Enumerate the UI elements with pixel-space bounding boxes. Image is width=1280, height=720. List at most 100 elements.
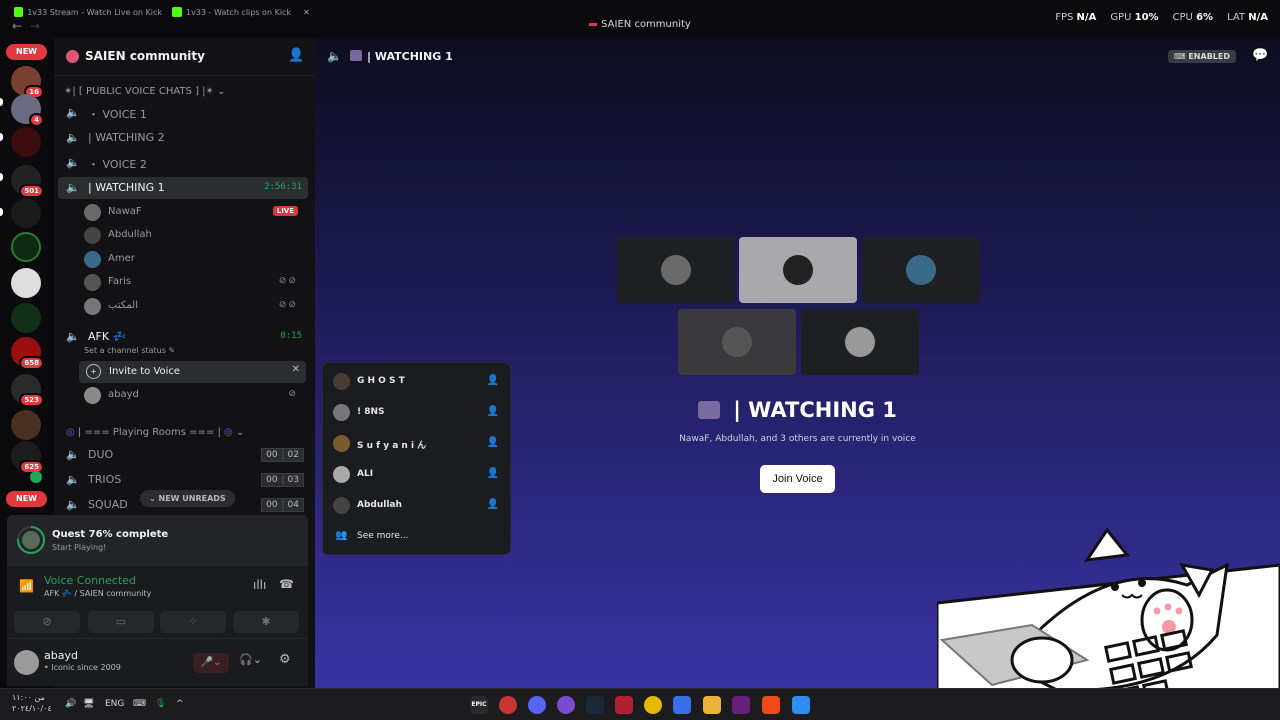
invite-item[interactable]: ! 8NS 👤: [331, 401, 503, 425]
participant-tile[interactable]: [862, 237, 980, 303]
visual-studio-icon[interactable]: [732, 696, 750, 714]
category-playing-rooms[interactable]: ◎ | === Playing Rooms === | ◎ ⌄: [66, 427, 244, 438]
voice-user[interactable]: Faris ⊘⊘: [84, 272, 304, 292]
activities-button[interactable]: ⁘: [160, 611, 226, 633]
file-explorer-icon[interactable]: [703, 696, 721, 714]
new-pill[interactable]: NEW: [6, 491, 47, 507]
clock[interactable]: من ١١:٠٠ ٢٠٢٤/١٠/٠٤: [12, 692, 52, 714]
close-icon[interactable]: ✕: [292, 364, 300, 375]
volume-icon[interactable]: 🔊: [65, 699, 76, 709]
server-icon[interactable]: [11, 303, 41, 333]
channel-afk[interactable]: 🔈 AFK 💤 0:15: [58, 326, 308, 348]
speaker-icon: 🔈: [66, 181, 80, 194]
close-tab-icon[interactable]: ✕: [303, 8, 310, 17]
server-icon[interactable]: [11, 127, 41, 157]
disconnect-icon[interactable]: ☎: [279, 577, 294, 591]
voice-status[interactable]: Voice Connected: [44, 574, 136, 587]
app-icon[interactable]: [499, 696, 517, 714]
chevron-down-icon: ⌄: [182, 50, 190, 60]
voice-user[interactable]: المكتب ⊘⊘: [84, 296, 304, 316]
mic-muted-button[interactable]: 🎤⌄: [193, 653, 229, 673]
voice-status-icon: [30, 471, 42, 483]
invite-to-voice-row[interactable]: + Invite to Voice ✕: [79, 361, 306, 383]
channel-watching-2[interactable]: 🔈 | WATCHING 2: [58, 127, 308, 149]
channel-status-prompt[interactable]: Set a channel status ✎: [84, 346, 175, 355]
participant-tile-speaking[interactable]: [739, 237, 857, 303]
category-voice-chats[interactable]: ✴| [ PUBLIC VOICE CHATS ] |✴ ⌄: [64, 86, 225, 97]
network-icon[interactable]: 🖥: [83, 699, 94, 709]
add-user-icon: +: [86, 364, 101, 379]
settings-gear-icon[interactable]: ⚙: [279, 652, 291, 667]
see-more-link[interactable]: 👥 See more...: [331, 525, 503, 549]
camera-off-button[interactable]: ⊘: [14, 611, 80, 633]
server-icon[interactable]: 16: [11, 66, 44, 99]
channel-trios[interactable]: 🔈 TRIOS 00 03: [58, 469, 308, 491]
browser-tab-stream[interactable]: 1v33 Stream - Watch Live on Kick: [14, 4, 162, 20]
epic-games-icon[interactable]: EPIC: [470, 696, 488, 714]
server-icon[interactable]: [11, 268, 41, 298]
voice-user[interactable]: abayd ⊘: [84, 385, 304, 405]
portal-icon: ◎: [224, 427, 233, 438]
invite-item[interactable]: G H O S T 👤: [331, 370, 503, 394]
channel-voice-2[interactable]: 🔈 ・ VOICE 2: [58, 152, 308, 174]
participant-tile[interactable]: [801, 309, 919, 375]
server-icon[interactable]: 4: [11, 94, 44, 127]
add-member-icon[interactable]: 👤: [288, 48, 304, 63]
voice-location[interactable]: AFK 💤 / SAIEN community: [44, 589, 151, 598]
camera-off-icon: ⊘: [42, 615, 52, 628]
headphones-button[interactable]: 🎧⌄: [239, 653, 262, 666]
channel-duo[interactable]: 🔈 DUO 00 02: [58, 444, 308, 466]
channel-title: | WATCHING 1: [733, 398, 897, 422]
server-icon[interactable]: 658: [11, 337, 44, 370]
voicemeeter-icon[interactable]: [615, 696, 633, 714]
server-icon[interactable]: [11, 410, 41, 440]
emoji-icon: [350, 50, 362, 61]
new-pill[interactable]: NEW: [6, 44, 47, 60]
chat-bubble-icon[interactable]: 💬: [1252, 48, 1268, 63]
join-voice-button[interactable]: Join Voice: [760, 465, 835, 493]
windows-start-icon[interactable]: [792, 696, 810, 714]
speaker-icon: 🔈: [66, 156, 80, 169]
server-header[interactable]: SAIEN community ⌄ 👤: [54, 38, 315, 76]
soundwave-icon[interactable]: ıllı: [253, 578, 266, 592]
browser-tab-clips[interactable]: 1v33 - Watch clips on Kick ✕: [172, 4, 322, 20]
participant-tile[interactable]: [678, 309, 796, 375]
server-icon[interactable]: 501: [11, 165, 44, 198]
screen-share-button[interactable]: ▭: [88, 611, 154, 633]
brave-icon[interactable]: [762, 696, 780, 714]
voice-user[interactable]: Abdullah: [84, 225, 304, 245]
server-icon[interactable]: [11, 232, 41, 262]
invite-user-icon: 👤: [486, 499, 499, 510]
keyboard-icon[interactable]: ⌨: [133, 699, 146, 709]
microphone-icon[interactable]: 🎙: [155, 699, 166, 709]
channel-header-title: | WATCHING 1: [367, 50, 453, 63]
server-icon[interactable]: [11, 198, 41, 228]
app-icon[interactable]: [673, 696, 691, 714]
chrome-icon[interactable]: [644, 696, 662, 714]
channel-watching-1[interactable]: 🔈 | WATCHING 1 2:56:31: [58, 177, 308, 199]
discord-icon[interactable]: [528, 696, 546, 714]
soundboard-button[interactable]: ✱: [233, 611, 299, 633]
invite-item[interactable]: ALI 👤: [331, 463, 503, 487]
signal-icon[interactable]: 📶: [19, 579, 35, 595]
new-unreads-pill[interactable]: ⌄ NEW UNREADS: [140, 490, 235, 507]
language-indicator[interactable]: ENG: [105, 699, 124, 709]
participant-tile[interactable]: [617, 237, 735, 303]
server-icon[interactable]: 523: [11, 374, 44, 407]
chevron-up-icon[interactable]: ^: [176, 699, 184, 709]
channel-voice-1[interactable]: 🔈 ・ VOICE 1: [58, 102, 308, 124]
invite-item[interactable]: Abdullah 👤: [331, 494, 503, 518]
enabled-badge[interactable]: ⌨ ENABLED: [1168, 50, 1236, 63]
invite-item[interactable]: S u f y a n i ん 👤: [331, 432, 503, 456]
quest-panel[interactable]: Quest 76% complete Start Playing!: [7, 515, 308, 566]
steam-icon[interactable]: [586, 696, 604, 714]
avatar[interactable]: [14, 650, 39, 675]
avatar: [84, 227, 101, 244]
username[interactable]: abayd: [44, 649, 78, 662]
pencil-icon: ✎: [168, 346, 176, 355]
app-icon[interactable]: [557, 696, 575, 714]
quest-title: Quest 76% complete: [52, 529, 169, 540]
server-icon[interactable]: 625: [11, 441, 44, 474]
voice-user[interactable]: Amer: [84, 249, 304, 269]
voice-user[interactable]: NawaF LIVE: [84, 202, 304, 222]
